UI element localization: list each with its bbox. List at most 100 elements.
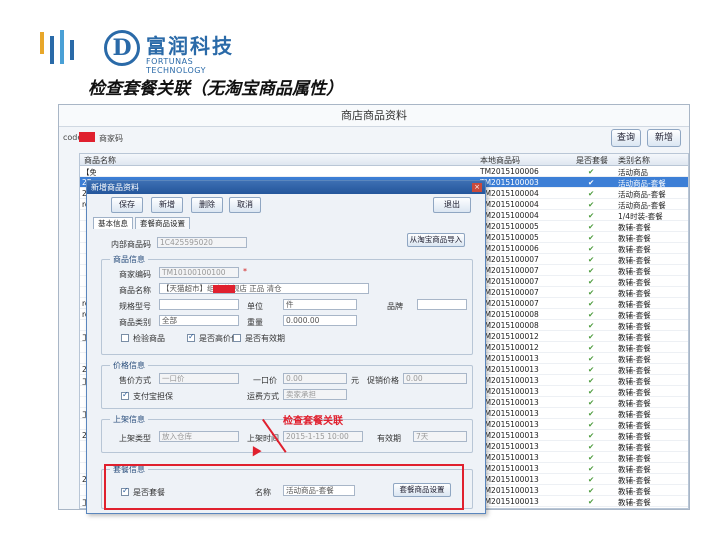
col-category[interactable]: 类别名称 <box>618 155 650 166</box>
cell-combo-check: ✔ <box>588 398 595 407</box>
required-mark: * <box>243 267 247 276</box>
shelf-time-field[interactable]: 2015-1-15 10:00 <box>283 431 363 442</box>
slide-heading: 检查套餐关联（无淘宝商品属性） <box>88 79 343 99</box>
cell-combo-check: ✔ <box>588 288 595 297</box>
expiry-checkbox[interactable] <box>233 334 241 342</box>
expiry-label: 是否有效期 <box>245 334 285 343</box>
cell-code: TM2015100012 <box>480 343 539 352</box>
cell-code: TM2015100013 <box>480 409 539 418</box>
cell-code: TM2015100006 <box>480 167 539 176</box>
product-name-field[interactable]: 【天猫超市】组合 旗舰店 正品 清仓 <box>159 283 369 294</box>
cell-combo-check: ✔ <box>588 255 595 264</box>
weight-label: 重量 <box>247 318 263 327</box>
table-row[interactable]: 【免 TM2015100006 ✔ 活动商品 <box>80 166 688 177</box>
merchant-code-field[interactable]: TM10100100100 <box>159 267 239 278</box>
cell-code: TM2015100007 <box>480 277 539 286</box>
tab-basic-info[interactable]: 基本信息 <box>93 217 133 229</box>
delete-button[interactable]: 删除 <box>191 197 223 213</box>
cell-combo-check: ✔ <box>588 497 595 506</box>
cell-combo-check: ✔ <box>588 376 595 385</box>
cell-combo-check: ✔ <box>588 233 595 242</box>
unit-field[interactable]: 件 <box>283 299 357 310</box>
search-row: code 商家码 <box>59 131 689 147</box>
cell-code: TM2015100013 <box>480 464 539 473</box>
merchant-code-label: 商家编码 <box>119 270 151 279</box>
add-button[interactable]: 新增 <box>647 129 681 147</box>
cell-category: 教辅-套餐 <box>618 498 651 507</box>
dialog-titlebar: 新增商品资料 × <box>87 181 485 194</box>
col-status[interactable]: 是否套餐 <box>576 155 608 166</box>
cell-combo-check: ✔ <box>588 222 595 231</box>
freight-select[interactable]: 卖家承担 <box>283 389 347 400</box>
cell-code: TM2015100007 <box>480 299 539 308</box>
redacted-search-input[interactable] <box>79 132 95 142</box>
logo-mark: D <box>104 30 140 66</box>
cell-combo-check: ✔ <box>588 266 595 275</box>
logo-name-cn: 富润科技 <box>146 34 234 58</box>
inspect-label: 检验商品 <box>133 334 165 343</box>
cell-combo-check: ✔ <box>588 354 595 363</box>
cancel-button[interactable]: 取消 <box>229 197 261 213</box>
cell-combo-check: ✔ <box>588 453 595 462</box>
cell-code: TM2015100013 <box>480 376 539 385</box>
cell-code: TM2015100004 <box>480 211 539 220</box>
goods-code-field[interactable]: 1C425595020 <box>157 237 247 248</box>
tab-combo-settings[interactable]: 套餐商品设置 <box>135 217 190 229</box>
cell-code: TM2015100013 <box>480 486 539 495</box>
category-select[interactable]: 全部 <box>159 315 239 326</box>
query-button[interactable]: 查询 <box>611 129 641 147</box>
model-field[interactable] <box>159 299 239 310</box>
logo-name-en: FORTUNAS TECHNOLOGY <box>146 57 206 75</box>
period-select[interactable]: 7天 <box>413 431 467 442</box>
cell-code: TM2015100013 <box>480 398 539 407</box>
fixed-price-field[interactable]: 0.00 <box>283 373 347 384</box>
brand-field[interactable] <box>417 299 467 310</box>
search-field-label: 商家码 <box>99 134 123 143</box>
cell-combo-check: ✔ <box>588 365 595 374</box>
cell-combo-check: ✔ <box>588 343 595 352</box>
cell-combo-check: ✔ <box>588 486 595 495</box>
grid-header: 商品名称 本地商品码 是否套餐 类别名称 <box>80 154 688 166</box>
cell-code: TM2015100013 <box>480 431 539 440</box>
cell-combo-check: ✔ <box>588 277 595 286</box>
weight-field[interactable]: 0.000.00 <box>283 315 357 326</box>
exit-button[interactable]: 退出 <box>433 197 471 213</box>
cell-combo-check: ✔ <box>588 332 595 341</box>
product-name-label: 商品名称 <box>119 286 151 295</box>
cell-code: TM2015100005 <box>480 233 539 242</box>
import-button[interactable]: 从淘宝商品导入 <box>407 233 465 247</box>
inspect-checkbox[interactable] <box>121 334 129 342</box>
close-icon[interactable]: × <box>472 183 482 192</box>
promo-price-field[interactable]: 0.00 <box>403 373 467 384</box>
period-label: 有效期 <box>377 434 401 443</box>
shelf-type-select[interactable]: 放入仓库 <box>159 431 239 442</box>
cell-code: TM2015100008 <box>480 321 539 330</box>
cell-code: TM2015100012 <box>480 332 539 341</box>
cell-code: TM2015100004 <box>480 189 539 198</box>
window-title: 商店商品资料 <box>59 105 689 127</box>
col-code[interactable]: 本地商品码 <box>480 155 520 166</box>
brand-label: 品牌 <box>387 302 403 311</box>
shelf-type-label: 上架类型 <box>119 434 151 443</box>
new-button[interactable]: 新增 <box>151 197 183 213</box>
cell-combo-check: ✔ <box>588 475 595 484</box>
high-value-checkbox[interactable] <box>187 332 195 342</box>
highlight-box <box>104 464 464 510</box>
goods-code-label: 内部商品码 <box>111 240 151 249</box>
cell-combo-check: ✔ <box>588 299 595 308</box>
dialog-title: 新增商品资料 <box>91 183 139 192</box>
company-logo: D 富润科技 FORTUNAS TECHNOLOGY <box>36 26 236 75</box>
logo-bar-2 <box>50 36 54 64</box>
cell-combo-check: ✔ <box>588 442 595 451</box>
cell-combo-check: ✔ <box>588 200 595 209</box>
alipay-checkbox[interactable] <box>121 390 129 400</box>
cell-code: TM2015100003 <box>480 178 539 187</box>
sale-mode-select[interactable]: 一口价 <box>159 373 239 384</box>
cell-code: TM2015100007 <box>480 288 539 297</box>
save-button[interactable]: 保存 <box>111 197 143 213</box>
cell-code: TM2015100013 <box>480 453 539 462</box>
product-info-legend: 商品信息 <box>110 254 148 265</box>
fixed-price-label: 一口价 <box>253 376 277 385</box>
col-name[interactable]: 商品名称 <box>84 155 116 166</box>
cell-code: TM2015100006 <box>480 244 539 253</box>
